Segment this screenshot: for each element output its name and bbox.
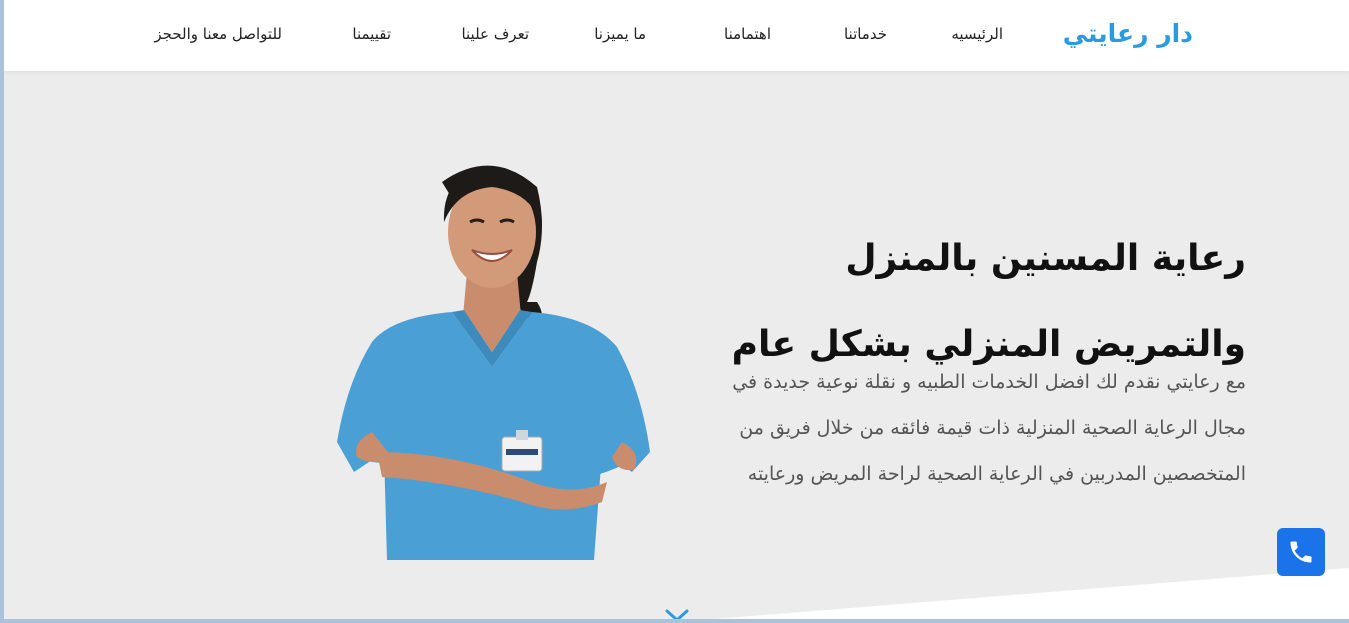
call-button[interactable]	[1277, 528, 1325, 576]
hero-description: مع رعايتي نقدم لك افضل الخدمات الطبيه و …	[732, 371, 1246, 485]
nav-item-contact-booking[interactable]: للتواصل معنا والحجز	[154, 25, 282, 43]
nav-item-care[interactable]: اهتمامنا	[724, 25, 771, 43]
nav-item-features[interactable]: ما يميزنا	[594, 25, 646, 43]
nav-item-services[interactable]: خدماتنا	[844, 25, 887, 43]
nav-item-reviews[interactable]: تقييمنا	[352, 25, 391, 43]
page-frame: دار رعايتي الرئيسيه خدماتنا اهتمامنا ما …	[4, 0, 1349, 619]
nav-item-home[interactable]: الرئيسيه	[951, 25, 1003, 43]
chevron-down-icon[interactable]	[662, 608, 692, 619]
hero-section: رعاية المسنين بالمنزل والتمريض المنزلي ب…	[4, 71, 1349, 619]
nav-item-about[interactable]: تعرف علينا	[461, 25, 529, 43]
brand-logo[interactable]: دار رعايتي	[1063, 19, 1193, 48]
nurse-image	[337, 165, 650, 560]
phone-icon	[1290, 541, 1312, 563]
top-navbar: دار رعايتي الرئيسيه خدماتنا اهتمامنا ما …	[4, 0, 1349, 71]
